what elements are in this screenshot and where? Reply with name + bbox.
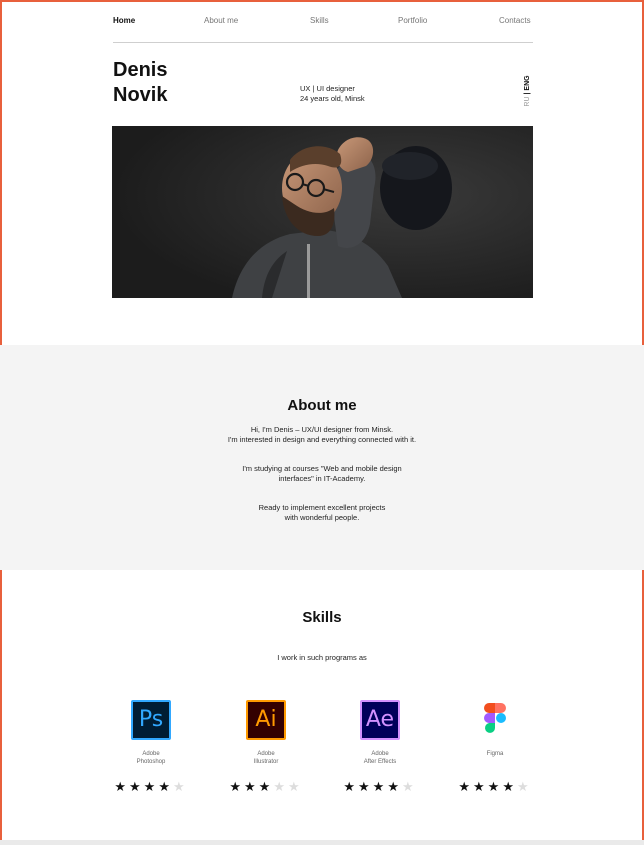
star-filled-icon: ★: [358, 779, 373, 794]
skills-title: Skills: [302, 609, 342, 626]
nav-portfolio[interactable]: Portfolio: [398, 16, 427, 25]
figma-icon: [475, 700, 515, 740]
language-switcher: RU | ENG: [523, 74, 533, 108]
after-effects-icon: Ae: [360, 700, 400, 740]
lang-separator: |: [524, 92, 531, 95]
about-intro: Hi, I'm Denis – UX/UI designer from Mins…: [227, 425, 417, 444]
nav-divider: [113, 42, 533, 43]
page-bottom-strip: [0, 840, 644, 845]
star-filled-icon: ★: [244, 779, 259, 794]
last-name: Novik: [113, 84, 168, 106]
star-filled-icon: ★: [114, 779, 130, 794]
nav-home[interactable]: Home: [113, 16, 135, 25]
star-filled-icon: ★: [372, 779, 388, 794]
star-filled-icon: ★: [458, 779, 474, 794]
star-empty-icon: ★: [401, 779, 417, 794]
skill-photoshop: Ps Adobe Photoshop: [111, 700, 191, 766]
rating-photoshop: ★★★★★: [111, 779, 191, 795]
star-filled-icon: ★: [473, 779, 488, 794]
nav-about-me[interactable]: About me: [204, 16, 238, 25]
rating-figma: ★★★★★: [455, 779, 535, 795]
star-empty-icon: ★: [287, 779, 303, 794]
page-title: Denis Novik: [113, 58, 167, 108]
star-filled-icon: ★: [502, 779, 517, 794]
skills-subtitle: I work in such programs as: [277, 653, 367, 662]
star-empty-icon: ★: [273, 779, 288, 794]
hero-photo: [112, 126, 533, 298]
about-section: About me Hi, I'm Denis – UX/UI designer …: [0, 345, 644, 570]
nav-skills[interactable]: Skills: [310, 16, 329, 25]
photoshop-icon: Ps: [131, 700, 171, 740]
nav-contacts[interactable]: Contacts: [499, 16, 531, 25]
star-filled-icon: ★: [258, 779, 274, 794]
rating-illustrator: ★★★★★: [226, 779, 306, 795]
about-title: About me: [287, 397, 357, 414]
rating-after-effects: ★★★★★: [340, 779, 420, 795]
skill-after-effects: Ae Adobe After Effects: [340, 700, 420, 766]
lang-eng[interactable]: ENG: [524, 75, 531, 90]
skill-illustrator: Ai Adobe Illustrator: [226, 700, 306, 766]
first-name: Denis: [113, 59, 168, 81]
skill-figma: Figma: [455, 700, 535, 758]
star-filled-icon: ★: [487, 779, 503, 794]
skill-name: Adobe Photoshop: [136, 751, 166, 765]
star-filled-icon: ★: [229, 779, 245, 794]
star-filled-icon: ★: [343, 779, 359, 794]
portrait-image: [112, 126, 533, 298]
star-filled-icon: ★: [143, 779, 159, 794]
role-text: UX | UI designer: [300, 84, 355, 93]
age-location-text: 24 years old, Minsk: [300, 93, 365, 103]
skill-name: Adobe Illustrator: [253, 751, 279, 765]
star-empty-icon: ★: [172, 779, 188, 794]
star-filled-icon: ★: [387, 779, 402, 794]
lang-ru[interactable]: RU: [524, 96, 531, 106]
star-empty-icon: ★: [516, 779, 532, 794]
skill-name: Figma: [486, 751, 504, 757]
role-info: UX | UI designer 24 years old, Minsk: [300, 84, 365, 103]
about-studies: I'm studying at courses "Web and mobile …: [242, 464, 402, 483]
star-filled-icon: ★: [158, 779, 173, 794]
about-ready: Ready to implement excellent projects wit…: [258, 503, 386, 522]
illustrator-icon: Ai: [246, 700, 286, 740]
star-filled-icon: ★: [129, 779, 144, 794]
top-nav: Home About me Skills Portfolio Contacts: [113, 16, 533, 28]
skill-name: Adobe After Effects: [363, 751, 397, 765]
